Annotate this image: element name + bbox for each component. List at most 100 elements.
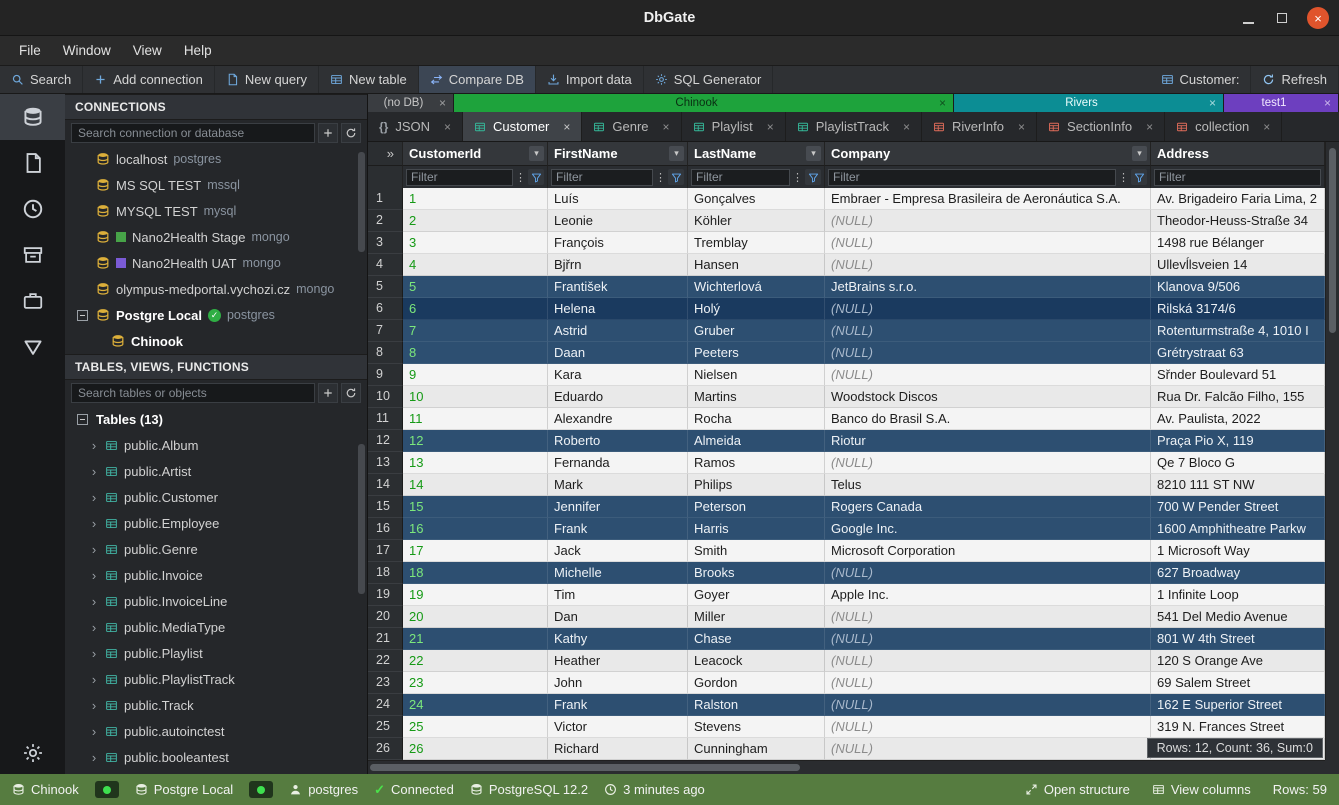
table-row[interactable]: 1111AlexandreRochaBanco do Brasil S.A.Av… — [368, 408, 1325, 430]
close-button[interactable]: × — [1307, 7, 1329, 29]
cell-lastname[interactable]: Miller — [688, 606, 825, 628]
cell-customerid[interactable]: 11 — [403, 408, 548, 430]
db-tab-no-db[interactable]: (no DB)× — [368, 94, 454, 112]
toolbar-button-customer[interactable]: Customer: — [1150, 66, 1252, 93]
connection-item-nano2health-stage[interactable]: Nano2Health Stagemongo — [65, 224, 367, 250]
cell-company[interactable]: (NULL) — [825, 606, 1151, 628]
connection-item-postgre-local[interactable]: Postgre Local✓postgres — [65, 302, 367, 328]
filter-funnel-button[interactable] — [1131, 169, 1147, 185]
toolbar-button-add-connection[interactable]: Add connection — [83, 66, 215, 93]
cell-firstname[interactable]: Alexandre — [548, 408, 688, 430]
scrollbar-thumb[interactable] — [370, 764, 800, 771]
cell-address[interactable]: 69 Salem Street — [1151, 672, 1325, 694]
cell-company[interactable]: (NULL) — [825, 364, 1151, 386]
close-icon[interactable]: × — [1317, 96, 1331, 110]
cell-customerid[interactable]: 1 — [403, 188, 548, 210]
chevron-right-icon[interactable]: › — [89, 594, 99, 609]
chevron-right-icon[interactable]: › — [89, 490, 99, 505]
cell-address[interactable]: Av. Paulista, 2022 — [1151, 408, 1325, 430]
cell-address[interactable]: 8210 111 ST NW — [1151, 474, 1325, 496]
column-header-company[interactable]: Company▾ — [825, 142, 1151, 166]
horizontal-scrollbar[interactable] — [368, 760, 1325, 774]
cell-address[interactable]: Praça Pio X, 119 — [1151, 430, 1325, 452]
chevron-right-icon[interactable]: › — [89, 646, 99, 661]
cell-lastname[interactable]: Ralston — [688, 694, 825, 716]
tab-collection[interactable]: collection× — [1165, 112, 1282, 141]
cell-customerid[interactable]: 15 — [403, 496, 548, 518]
table-row[interactable]: 88DaanPeeters(NULL)Grétrystraat 63 — [368, 342, 1325, 364]
cell-address[interactable]: Grétrystraat 63 — [1151, 342, 1325, 364]
cell-address[interactable]: Rua Dr. Falcão Filho, 155 — [1151, 386, 1325, 408]
cell-customerid[interactable]: 23 — [403, 672, 548, 694]
cell-company[interactable]: Banco do Brasil S.A. — [825, 408, 1151, 430]
tables-search-input[interactable] — [71, 383, 315, 403]
column-header-customerid[interactable]: CustomerId▾ — [403, 142, 548, 166]
table-row[interactable]: 44BjřrnHansen(NULL)Ullevĺlsveien 14 — [368, 254, 1325, 276]
maximize-button[interactable] — [1273, 7, 1291, 29]
collapse-icon[interactable] — [77, 310, 88, 321]
cell-company[interactable]: (NULL) — [825, 694, 1151, 716]
chevron-right-icon[interactable]: › — [89, 724, 99, 739]
cell-customerid[interactable]: 14 — [403, 474, 548, 496]
activitybar-plugins[interactable] — [0, 278, 65, 324]
activitybar-archive[interactable] — [0, 232, 65, 278]
activitybar-history[interactable] — [0, 186, 65, 232]
table-row[interactable]: 77AstridGruber(NULL)Rotenturmstraße 4, 1… — [368, 320, 1325, 342]
statusbar-item-postgres[interactable]: postgres — [289, 782, 358, 797]
cell-firstname[interactable]: Kathy — [548, 628, 688, 650]
menu-item-view[interactable]: View — [122, 36, 173, 66]
table-item-public-playlist[interactable]: ›public.Playlist — [65, 640, 367, 666]
toolbar-button-refresh[interactable]: Refresh — [1251, 66, 1339, 93]
connections-search-input[interactable] — [71, 123, 315, 143]
db-tab-test1[interactable]: test1× — [1224, 94, 1339, 112]
table-row[interactable]: 11LuísGonçalvesEmbraer - Empresa Brasile… — [368, 188, 1325, 210]
cell-company[interactable]: (NULL) — [825, 672, 1151, 694]
table-item-public-album[interactable]: ›public.Album — [65, 432, 367, 458]
cell-firstname[interactable]: Daan — [548, 342, 688, 364]
table-row[interactable]: 2424FrankRalston(NULL)162 E Superior Str… — [368, 694, 1325, 716]
chevron-right-icon[interactable]: › — [89, 698, 99, 713]
cell-customerid[interactable]: 4 — [403, 254, 548, 276]
db-tab-chinook[interactable]: Chinook× — [454, 94, 954, 112]
cell-lastname[interactable]: Harris — [688, 518, 825, 540]
kebab-menu-icon[interactable]: ⋮ — [655, 171, 666, 184]
table-row[interactable]: 1818MichelleBrooks(NULL)627 Broadway — [368, 562, 1325, 584]
close-icon[interactable]: × — [896, 120, 910, 134]
statusbar-item-chinook[interactable]: Chinook — [12, 782, 79, 797]
chevron-down-icon[interactable]: ▾ — [529, 146, 544, 161]
cell-lastname[interactable]: Holý — [688, 298, 825, 320]
table-row[interactable]: 2121KathyChase(NULL)801 W 4th Street — [368, 628, 1325, 650]
cell-lastname[interactable]: Gruber — [688, 320, 825, 342]
column-header-address[interactable]: Address — [1151, 142, 1325, 166]
cell-customerid[interactable]: 12 — [403, 430, 548, 452]
filter-input-address[interactable] — [1154, 169, 1321, 186]
collapse-icon[interactable] — [77, 414, 88, 425]
cell-customerid[interactable]: 24 — [403, 694, 548, 716]
statusbar-item-open-structure[interactable]: Open structure — [1025, 782, 1130, 797]
table-row[interactable]: 2222HeatherLeacock(NULL)120 S Orange Ave — [368, 650, 1325, 672]
cell-firstname[interactable]: Mark — [548, 474, 688, 496]
chevron-right-icon[interactable]: › — [89, 620, 99, 635]
cell-lastname[interactable]: Cunningham — [688, 738, 825, 760]
cell-lastname[interactable]: Smith — [688, 540, 825, 562]
table-row[interactable]: 1515JenniferPetersonRogers Canada700 W P… — [368, 496, 1325, 518]
table-row[interactable]: 1212RobertoAlmeidaRioturPraça Pio X, 119 — [368, 430, 1325, 452]
cell-company[interactable]: Microsoft Corporation — [825, 540, 1151, 562]
cell-address[interactable]: 627 Broadway — [1151, 562, 1325, 584]
statusbar-item-postgre-local[interactable]: Postgre Local — [135, 782, 234, 797]
toolbar-button-new-query[interactable]: New query — [215, 66, 319, 93]
connection-item-localhost[interactable]: localhostpostgres — [65, 146, 367, 172]
cell-lastname[interactable]: Ramos — [688, 452, 825, 474]
filter-input-company[interactable] — [828, 169, 1116, 186]
cell-company[interactable]: (NULL) — [825, 716, 1151, 738]
table-row[interactable]: 2323JohnGordon(NULL)69 Salem Street — [368, 672, 1325, 694]
cell-address[interactable]: 1600 Amphitheatre Parkw — [1151, 518, 1325, 540]
table-item-public-customer[interactable]: ›public.Customer — [65, 484, 367, 510]
filter-input-customerid[interactable] — [406, 169, 513, 186]
connection-item-mysql-test[interactable]: MYSQL TESTmysql — [65, 198, 367, 224]
table-item-public-employee[interactable]: ›public.Employee — [65, 510, 367, 536]
cell-address[interactable]: 1498 rue Bélanger — [1151, 232, 1325, 254]
filter-input-firstname[interactable] — [551, 169, 653, 186]
cell-firstname[interactable]: Richard — [548, 738, 688, 760]
cell-lastname[interactable]: Peterson — [688, 496, 825, 518]
